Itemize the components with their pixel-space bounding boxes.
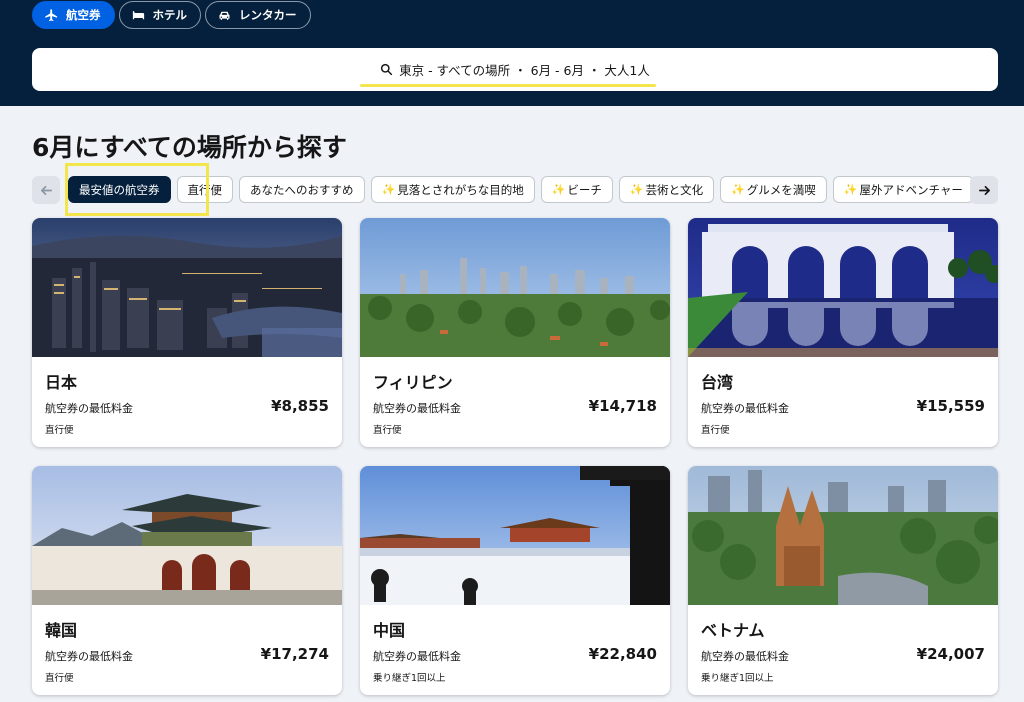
chip-art-culture[interactable]: ✨ 芸術と文化 <box>618 176 715 203</box>
search-summary: 東京 - すべての場所 ・ 6月 - 6月 ・ 大人1人 <box>360 60 656 87</box>
destination-card[interactable]: ベトナム 航空券の最低料金 ¥24,007 乗り継ぎ1回以上 <box>688 466 998 695</box>
scroll-right-button[interactable] <box>970 176 998 204</box>
destination-photo <box>360 218 670 357</box>
price-value: ¥17,274 <box>260 645 329 663</box>
price-value: ¥22,840 <box>588 645 657 663</box>
destination-name: 台湾 <box>701 373 734 392</box>
top-header: 航空券 ホテル レンタカー 東京 - すべての場所 ・ 6月 - 6月 ・ 大人… <box>0 0 1024 106</box>
chip-outdoor-adventure[interactable]: ✨ 屋外アドベンチャー <box>832 176 974 203</box>
nav-car-rental-tab[interactable]: レンタカー <box>205 1 311 29</box>
destination-card[interactable]: 台湾 航空券の最低料金 ¥15,559 直行便 <box>688 218 998 447</box>
destination-name: ベトナム <box>701 621 765 640</box>
sparkle-icon: ✨ <box>551 183 566 196</box>
car-icon <box>219 11 230 20</box>
plane-icon <box>45 8 58 21</box>
destination-card[interactable]: 韓国 航空券の最低料金 ¥17,274 直行便 <box>32 466 342 695</box>
price-label: 航空券の最低料金 <box>373 650 461 663</box>
sparkle-icon: ✨ <box>843 183 858 196</box>
search-summary-bar[interactable]: 東京 - すべての場所 ・ 6月 - 6月 ・ 大人1人 <box>32 48 998 91</box>
search-icon <box>380 63 393 76</box>
sparkle-icon: ✨ <box>731 183 745 196</box>
flight-note: 直行便 <box>45 425 74 436</box>
destination-photo <box>32 466 342 605</box>
price-label: 航空券の最低料金 <box>701 650 789 663</box>
flight-note: 直行便 <box>45 673 74 684</box>
chip-beach[interactable]: ✨ ビーチ <box>540 176 613 203</box>
chip-label: 最安値の航空券 <box>79 182 160 197</box>
sparkle-icon: ✨ <box>381 183 396 196</box>
chip-label: 芸術と文化 <box>645 182 704 197</box>
chip-overlooked-destinations[interactable]: ✨ 見落とされがちな目的地 <box>370 176 535 203</box>
flight-note: 直行便 <box>373 425 402 436</box>
nav-hotels-label: ホテル <box>152 8 188 22</box>
nav-flights-label: 航空券 <box>66 8 101 22</box>
arrow-left-icon <box>40 185 52 195</box>
highlight-underline <box>360 84 656 87</box>
destination-name: フィリピン <box>373 373 453 392</box>
chip-cheapest-flights[interactable]: 最安値の航空券 <box>68 176 171 203</box>
destination-photo <box>360 466 670 605</box>
destination-photo <box>32 218 342 357</box>
bed-icon <box>132 10 144 19</box>
destination-photo <box>688 466 998 605</box>
price-value: ¥14,718 <box>588 397 657 415</box>
nav-flights-tab[interactable]: 航空券 <box>32 1 115 29</box>
chip-gourmet[interactable]: ✨ グルメを満喫 <box>720 176 827 203</box>
chip-label: あなたへのおすすめ <box>250 182 354 197</box>
destination-name: 日本 <box>45 373 78 392</box>
chip-label: グルメを満喫 <box>746 182 816 197</box>
destination-name: 韓国 <box>45 621 78 640</box>
chip-label: ビーチ <box>567 182 602 197</box>
price-label: 航空券の最低料金 <box>373 402 461 415</box>
scroll-left-button[interactable] <box>32 176 60 204</box>
chip-label: 屋外アドベンチャー <box>859 182 963 197</box>
sparkle-icon: ✨ <box>629 183 644 196</box>
arrow-right-icon <box>978 185 990 195</box>
nav-hotels-tab[interactable]: ホテル <box>118 1 201 29</box>
page-title: 6月にすべての場所から探す <box>32 133 347 162</box>
chip-label: 見落とされがちな目的地 <box>397 182 524 197</box>
filter-chip-bar: 最安値の航空券 直行便 あなたへのおすすめ ✨ 見落とされがちな目的地 ✨ ビーチ … <box>32 163 998 216</box>
price-label: 航空券の最低料金 <box>45 402 133 415</box>
destination-card[interactable]: 日本 航空券の最低料金 ¥8,855 直行便 <box>32 218 342 447</box>
price-value: ¥15,559 <box>916 397 985 415</box>
destination-name: 中国 <box>373 621 406 640</box>
chip-label: 直行便 <box>187 182 223 197</box>
chip-direct-flights[interactable]: 直行便 <box>176 176 233 203</box>
destination-card[interactable]: フィリピン 航空券の最低料金 ¥14,718 直行便 <box>360 218 670 447</box>
price-label: 航空券の最低料金 <box>701 402 789 415</box>
search-summary-text: 東京 - すべての場所 ・ 6月 - 6月 ・ 大人1人 <box>399 63 650 78</box>
nav-car-rental-label: レンタカー <box>239 8 297 22</box>
flight-note: 直行便 <box>701 425 730 436</box>
destination-card[interactable]: 中国 航空券の最低料金 ¥22,840 乗り継ぎ1回以上 <box>360 466 670 695</box>
price-value: ¥8,855 <box>271 397 329 415</box>
price-value: ¥24,007 <box>916 645 985 663</box>
flight-note: 乗り継ぎ1回以上 <box>373 673 446 684</box>
filter-chips: 最安値の航空券 直行便 あなたへのおすすめ ✨ 見落とされがちな目的地 ✨ ビーチ … <box>68 176 974 204</box>
price-label: 航空券の最低料金 <box>45 650 133 663</box>
destination-photo <box>688 218 998 357</box>
travel-type-nav: 航空券 ホテル レンタカー <box>32 1 311 29</box>
flight-note: 乗り継ぎ1回以上 <box>701 673 774 684</box>
chip-recommended[interactable]: あなたへのおすすめ <box>239 176 365 203</box>
